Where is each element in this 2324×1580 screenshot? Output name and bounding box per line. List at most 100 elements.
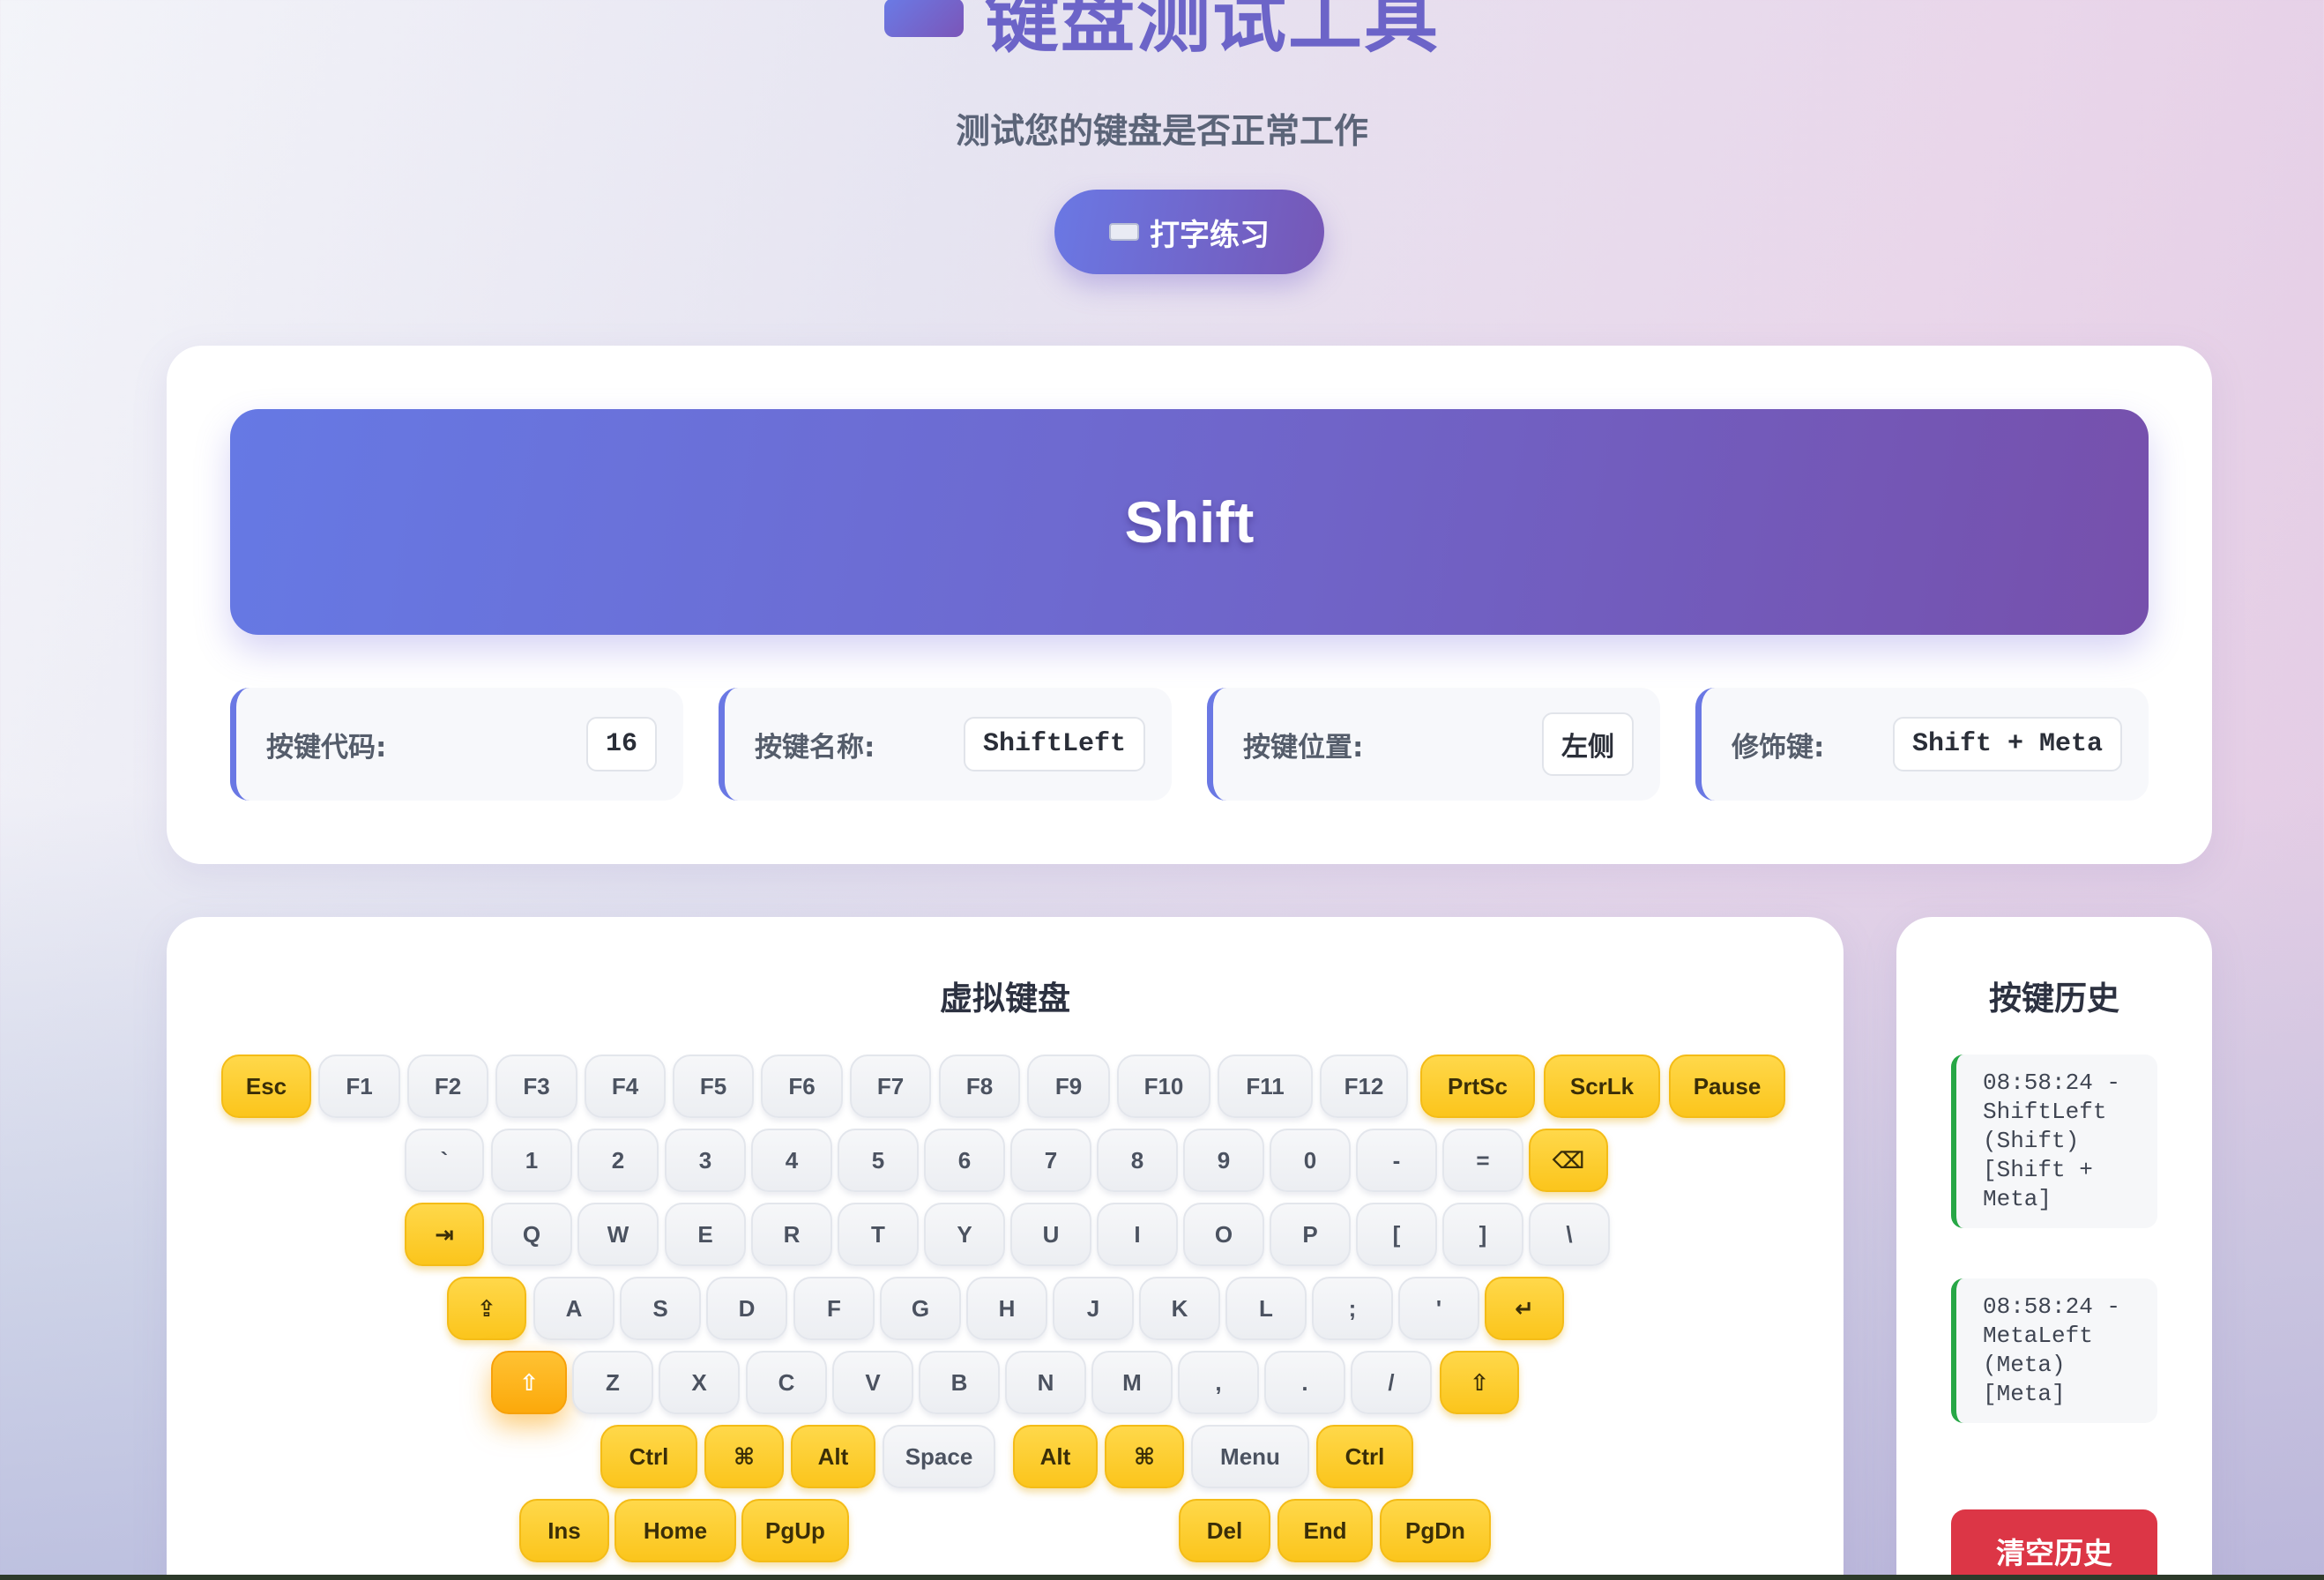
key-i[interactable]: I	[1097, 1203, 1178, 1266]
key-prtsc[interactable]: PrtSc	[1420, 1055, 1535, 1118]
key-command[interactable]: ⌘	[704, 1425, 784, 1488]
key-8[interactable]: 8	[1097, 1129, 1178, 1192]
key-alt[interactable]: Alt	[791, 1425, 875, 1488]
key-d[interactable]: D	[706, 1277, 787, 1340]
key-alt[interactable]: Alt	[1013, 1425, 1098, 1488]
key-g[interactable]: G	[880, 1277, 961, 1340]
key-esc[interactable]: Esc	[221, 1055, 311, 1118]
key-del[interactable]: Del	[1179, 1499, 1270, 1562]
current-key-display: Shift	[230, 409, 2149, 635]
typing-practice-label: 打字练习	[1150, 217, 1270, 253]
key-f7[interactable]: F7	[850, 1055, 931, 1118]
key-minus[interactable]: -	[1356, 1129, 1437, 1192]
key-6[interactable]: 6	[924, 1129, 1005, 1192]
key-enter[interactable]: ↵	[1485, 1277, 1564, 1340]
key-f2[interactable]: F2	[407, 1055, 488, 1118]
key-tab[interactable]: ⇥	[405, 1203, 484, 1266]
key-o[interactable]: O	[1183, 1203, 1264, 1266]
key-slash[interactable]: /	[1351, 1351, 1432, 1414]
key-l[interactable]: L	[1225, 1277, 1307, 1340]
key-history-title: 按键历史	[1989, 980, 2119, 1017]
clear-history-button[interactable]: 清空历史	[1951, 1509, 2157, 1580]
key-h[interactable]: H	[966, 1277, 1047, 1340]
key-space[interactable]: Space	[883, 1425, 995, 1488]
key-z[interactable]: Z	[572, 1351, 653, 1414]
key-f4[interactable]: F4	[585, 1055, 666, 1118]
key-4[interactable]: 4	[751, 1129, 832, 1192]
key-period[interactable]: .	[1264, 1351, 1345, 1414]
key-caps-lock[interactable]: ⇪	[447, 1277, 526, 1340]
key-9[interactable]: 9	[1183, 1129, 1264, 1192]
key-semicolon[interactable]: ;	[1312, 1277, 1393, 1340]
key-command[interactable]: ⌘	[1105, 1425, 1184, 1488]
key-pgup[interactable]: PgUp	[741, 1499, 849, 1562]
page-title: 键盘测试工具	[984, 0, 1440, 63]
key-p[interactable]: P	[1270, 1203, 1351, 1266]
key-ctrl[interactable]: Ctrl	[1316, 1425, 1413, 1488]
key-7[interactable]: 7	[1010, 1129, 1091, 1192]
info-key-location: 按键位置: 左侧	[1207, 688, 1660, 801]
key-n[interactable]: N	[1005, 1351, 1086, 1414]
key-equals[interactable]: =	[1442, 1129, 1523, 1192]
key-c[interactable]: C	[746, 1351, 827, 1414]
key-f3[interactable]: F3	[495, 1055, 577, 1118]
key-end[interactable]: End	[1277, 1499, 1373, 1562]
key-f6[interactable]: F6	[761, 1055, 843, 1118]
history-item: 08:58:24 - ShiftLeft (Shift) [Shift + Me…	[1951, 1055, 2157, 1228]
key-f[interactable]: F	[793, 1277, 875, 1340]
key-1[interactable]: 1	[491, 1129, 572, 1192]
key-ins[interactable]: Ins	[519, 1499, 609, 1562]
key-ctrl[interactable]: Ctrl	[600, 1425, 697, 1488]
info-value: 16	[585, 717, 657, 771]
key-j[interactable]: J	[1053, 1277, 1134, 1340]
info-modifiers: 修饰键: Shift + Meta	[1695, 688, 2149, 801]
key-home[interactable]: Home	[615, 1499, 736, 1562]
info-label: 按键位置:	[1243, 731, 1364, 764]
current-key-label: Shift	[1124, 489, 1255, 555]
key-pause[interactable]: Pause	[1669, 1055, 1785, 1118]
key-3[interactable]: 3	[665, 1129, 746, 1192]
key-5[interactable]: 5	[838, 1129, 919, 1192]
keyboard-icon	[883, 0, 964, 37]
key-f11[interactable]: F11	[1218, 1055, 1313, 1118]
key-backtick[interactable]: `	[405, 1129, 484, 1192]
key-0[interactable]: 0	[1270, 1129, 1351, 1192]
key-m[interactable]: M	[1091, 1351, 1173, 1414]
key-backspace[interactable]: ⌫	[1529, 1129, 1608, 1192]
key-y[interactable]: Y	[924, 1203, 1005, 1266]
taskbar	[0, 1575, 2324, 1580]
key-f9[interactable]: F9	[1027, 1055, 1110, 1118]
key-t[interactable]: T	[838, 1203, 919, 1266]
key-u[interactable]: U	[1010, 1203, 1091, 1266]
key-e[interactable]: E	[665, 1203, 746, 1266]
key-quote[interactable]: '	[1398, 1277, 1479, 1340]
key-v[interactable]: V	[832, 1351, 913, 1414]
key-w[interactable]: W	[577, 1203, 659, 1266]
key-right-bracket[interactable]: ]	[1442, 1203, 1523, 1266]
key-shift-right[interactable]: ⇧	[1440, 1351, 1519, 1414]
key-left-bracket[interactable]: [	[1356, 1203, 1437, 1266]
key-comma[interactable]: ,	[1178, 1351, 1259, 1414]
key-s[interactable]: S	[620, 1277, 701, 1340]
key-f12[interactable]: F12	[1320, 1055, 1408, 1118]
key-x[interactable]: X	[659, 1351, 740, 1414]
key-backslash[interactable]: \	[1529, 1203, 1610, 1266]
key-scrlk[interactable]: ScrLk	[1544, 1055, 1660, 1118]
key-menu[interactable]: Menu	[1191, 1425, 1309, 1488]
key-shift-left[interactable]: ⇧	[491, 1351, 567, 1414]
key-k[interactable]: K	[1139, 1277, 1220, 1340]
key-2[interactable]: 2	[577, 1129, 659, 1192]
page-header: 键盘测试工具	[0, 0, 2324, 63]
key-f1[interactable]: F1	[318, 1055, 400, 1118]
key-pgdn[interactable]: PgDn	[1380, 1499, 1491, 1562]
key-f5[interactable]: F5	[673, 1055, 754, 1118]
key-q[interactable]: Q	[491, 1203, 572, 1266]
info-key-name: 按键名称: ShiftLeft	[719, 688, 1172, 801]
key-a[interactable]: A	[533, 1277, 615, 1340]
key-r[interactable]: R	[751, 1203, 832, 1266]
key-b[interactable]: B	[919, 1351, 1000, 1414]
page-subtitle: 测试您的键盘是否正常工作	[955, 112, 1368, 152]
typing-practice-button[interactable]: 打字练习	[1054, 190, 1324, 274]
key-f8[interactable]: F8	[939, 1055, 1020, 1118]
key-f10[interactable]: F10	[1117, 1055, 1210, 1118]
